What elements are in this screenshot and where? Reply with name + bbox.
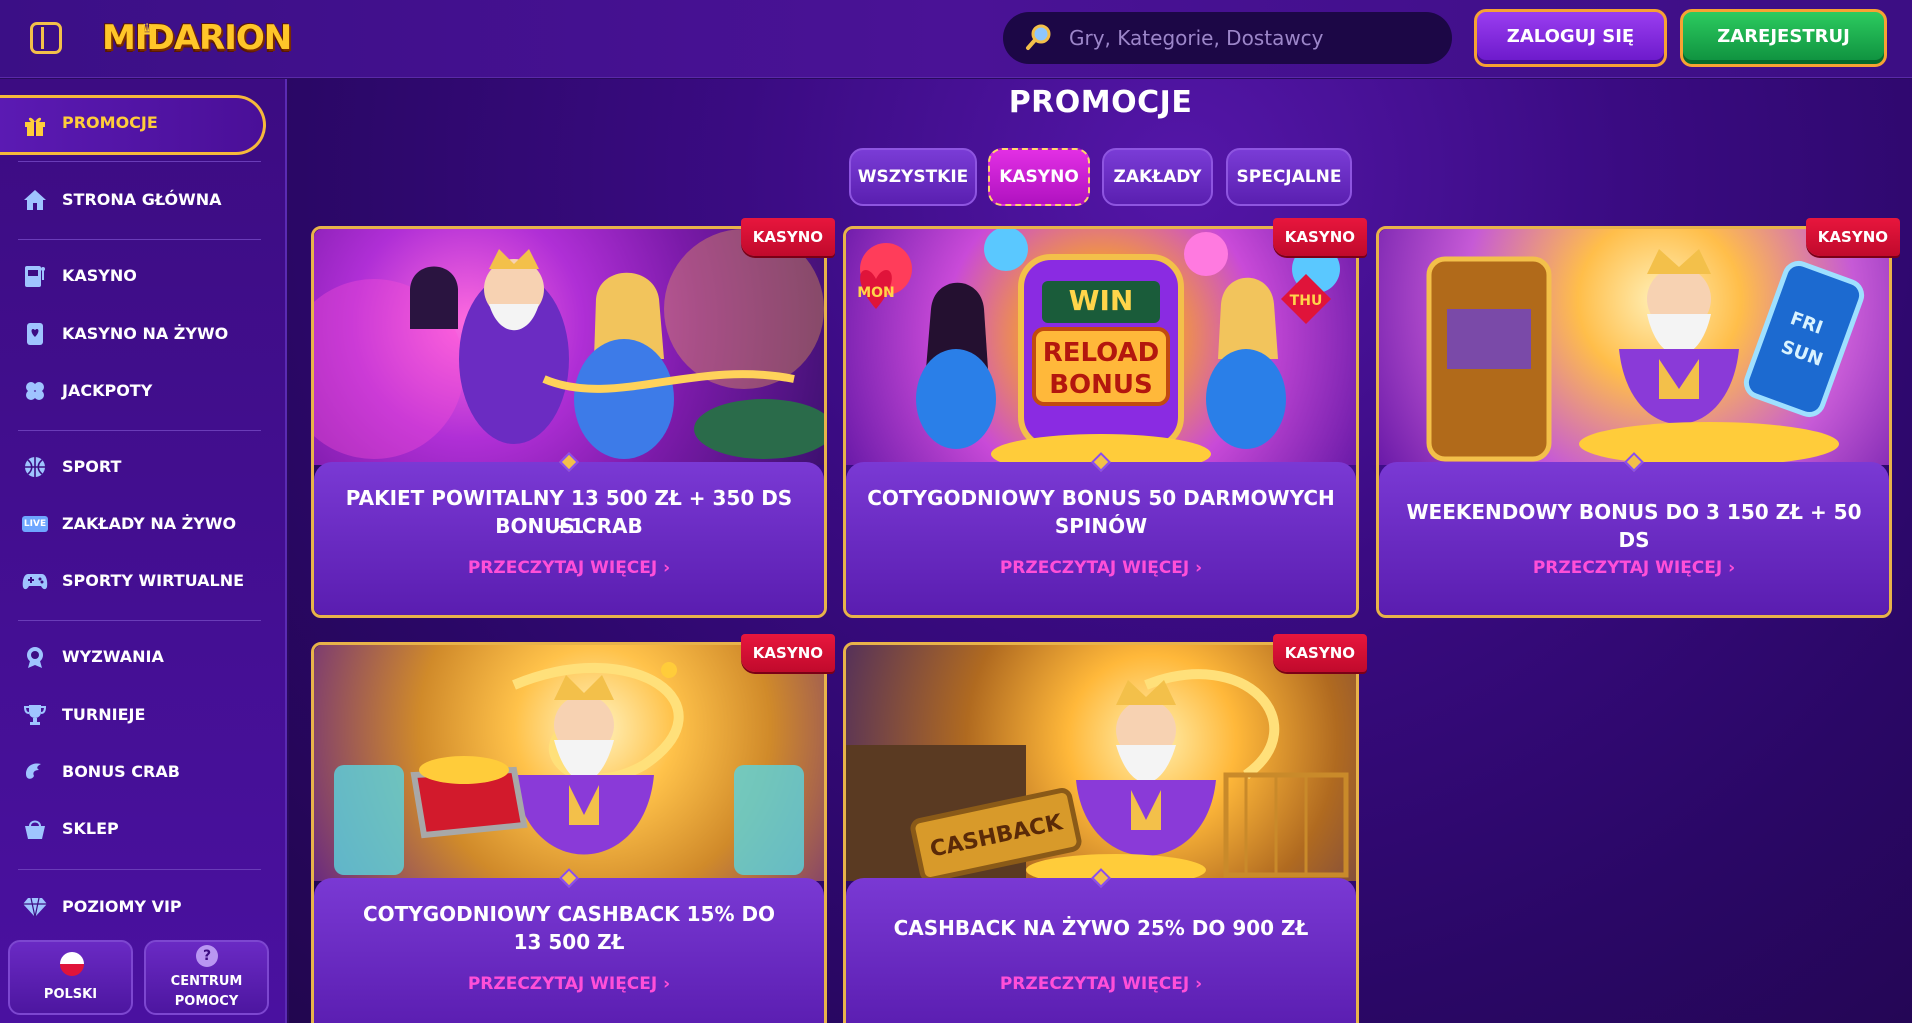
basket-icon <box>22 817 48 841</box>
search-bar[interactable] <box>1003 12 1452 64</box>
category-badge: KASYNO <box>1272 218 1367 256</box>
basketball-icon <box>22 455 48 479</box>
sidebar-item-promocje[interactable]: PROMOCJE <box>0 95 266 155</box>
sidebar-item-sport[interactable]: SPORT <box>0 444 262 490</box>
help-label-line1: CENTRUM <box>170 974 243 989</box>
diamond-icon <box>22 895 48 919</box>
sidebar: PROMOCJE STRONA GŁÓWNA KASYNO KASYNO NA … <box>0 79 287 1023</box>
poland-flag-icon <box>60 952 84 976</box>
tab-zaklady[interactable]: ZAKŁADY <box>1102 148 1213 206</box>
card-frame <box>843 226 1359 618</box>
card-frame <box>311 642 827 1023</box>
promo-card[interactable]: CASHBACK CASHBACK NA ŻYWO 25% DO 900 ZŁ … <box>843 634 1367 1023</box>
register-button[interactable]: ZAREJESTRUJ <box>1680 9 1887 67</box>
divider <box>18 161 261 162</box>
cards-icon <box>22 322 48 346</box>
logo-text: MIDARION <box>102 18 292 58</box>
sidebar-item-sporty-wirtualne[interactable]: SPORTY WIRTUALNE <box>0 558 262 604</box>
sidebar-item-kasyno-na-zywo[interactable]: KASYNO NA ŻYWO <box>0 311 262 357</box>
sidebar-item-sklep[interactable]: SKLEP <box>0 806 262 852</box>
sidebar-item-label: TURNIEJE <box>62 705 146 724</box>
divider <box>18 620 261 621</box>
home-icon <box>22 188 48 212</box>
card-frame <box>1376 226 1892 618</box>
crown-icon: ♛ <box>140 20 154 39</box>
site-logo[interactable]: ♛ MIDARION <box>96 14 297 62</box>
sidebar-item-strona-glowna[interactable]: STRONA GŁÓWNA <box>0 177 262 223</box>
sidebar-toggle-icon[interactable] <box>30 22 62 54</box>
search-icon <box>1026 24 1051 50</box>
promo-card[interactable]: FRI SUN WEEKENDOWY BONUS DO 3 150 ZŁ + 5… <box>1376 218 1900 618</box>
category-badge: KASYNO <box>740 218 835 256</box>
slot-machine-icon <box>22 264 48 288</box>
category-badge: KASYNO <box>1272 634 1367 672</box>
login-button[interactable]: ZALOGUJ SIĘ <box>1474 9 1667 67</box>
card-frame <box>311 226 827 618</box>
divider <box>18 869 261 870</box>
promo-card[interactable]: COTYGODNIOWY CASHBACK 15% DO 13 500 ZŁ P… <box>311 634 835 1023</box>
sidebar-item-label: SKLEP <box>62 819 119 838</box>
promo-card[interactable]: WIN RELOAD BONUS MON THU COTYGODNIOWY BO… <box>843 218 1367 618</box>
tab-wszystkie[interactable]: WSZYSTKIE <box>849 148 977 206</box>
sidebar-item-jackpoty[interactable]: JACKPOTY <box>0 368 262 414</box>
divider <box>18 430 261 431</box>
top-header: ♛ MIDARION ZALOGUJ SIĘ ZAREJESTRUJ <box>0 0 1912 78</box>
live-badge: LIVE <box>21 516 49 532</box>
category-badge: KASYNO <box>740 634 835 672</box>
trophy-icon <box>22 703 48 727</box>
language-button[interactable]: POLSKI <box>8 940 133 1015</box>
gamepad-icon <box>22 569 48 593</box>
sidebar-item-poziomy-vip[interactable]: POZIOMY VIP <box>0 884 262 930</box>
help-label-line2: POMOCY <box>174 994 239 1009</box>
card-frame <box>843 642 1359 1023</box>
sidebar-item-turnieje[interactable]: TURNIEJE <box>0 692 262 738</box>
language-label: POLSKI <box>43 987 98 1002</box>
promo-card[interactable]: PAKIET POWITALNY 13 500 ZŁ + 350 DS +1 B… <box>311 218 835 618</box>
sidebar-item-kasyno[interactable]: KASYNO <box>0 253 262 299</box>
sidebar-item-zaklady-na-zywo[interactable]: LIVE ZAKŁADY NA ŻYWO <box>0 501 262 547</box>
gift-icon <box>22 113 48 137</box>
live-icon: LIVE <box>21 512 49 536</box>
search-input[interactable] <box>1069 24 1439 52</box>
claw-icon <box>22 760 48 784</box>
tab-specjalne[interactable]: SPECJALNE <box>1226 148 1352 206</box>
sidebar-item-bonus-crab[interactable]: BONUS CRAB <box>0 749 262 795</box>
sidebar-item-label: BONUS CRAB <box>62 762 180 781</box>
sidebar-item-label: KASYNO NA ŻYWO <box>62 324 229 343</box>
tab-kasyno[interactable]: KASYNO <box>988 148 1090 206</box>
divider <box>18 239 261 240</box>
sidebar-item-label: SPORT <box>62 457 122 476</box>
sidebar-item-label: STRONA GŁÓWNA <box>62 190 222 209</box>
help-icon: ? <box>196 945 218 967</box>
category-badge: KASYNO <box>1805 218 1900 256</box>
badge-icon <box>22 645 48 669</box>
clover-icon <box>22 379 48 403</box>
sidebar-item-label: KASYNO <box>62 266 137 285</box>
sidebar-item-label: PROMOCJE <box>62 113 158 132</box>
sidebar-item-label: POZIOMY VIP <box>62 897 182 916</box>
sidebar-item-label: JACKPOTY <box>62 381 153 400</box>
sidebar-item-label: SPORTY WIRTUALNE <box>62 571 245 590</box>
sidebar-item-label: WYZWANIA <box>62 647 164 666</box>
sidebar-item-label: ZAKŁADY NA ŻYWO <box>62 514 237 533</box>
main-content: PROMOCJE WSZYSTKIE KASYNO ZAKŁADY SPECJA… <box>289 79 1912 1023</box>
help-center-button[interactable]: ? CENTRUM POMOCY <box>144 940 269 1015</box>
page-title: PROMOCJE <box>1008 85 1193 120</box>
sidebar-item-wyzwania[interactable]: WYZWANIA <box>0 634 262 680</box>
